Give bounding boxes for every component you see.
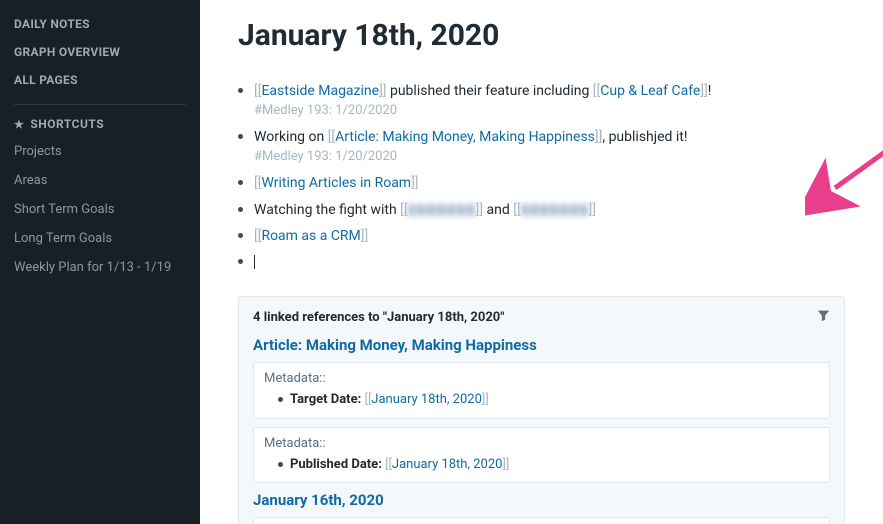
page-link[interactable]: January 18th, 2020 [371, 392, 482, 407]
ref-page-title[interactable]: January 16th, 2020 [253, 491, 830, 509]
bracket-close: ]] [502, 457, 509, 472]
shortcuts-title: SHORTCUTS [30, 117, 104, 131]
page-link[interactable]: Roam as a CRM [261, 228, 360, 244]
block-item-empty[interactable] [238, 252, 845, 272]
ref-meta: Metadata:: [264, 436, 819, 451]
filter-icon[interactable] [817, 309, 830, 326]
page-link[interactable]: Cup & Leaf Cafe [600, 83, 700, 99]
ref-page-title[interactable]: Article: Making Money, Making Happiness [253, 336, 830, 354]
block-list: [[ Eastside Magazine]] published their fe… [238, 81, 845, 272]
ref-label: Target Date: [290, 392, 365, 407]
linked-references: 4 linked references to "January 18th, 20… [238, 296, 845, 524]
page-link[interactable]: Article: Making Money, Making Happiness [335, 129, 595, 145]
linked-references-header: 4 linked references to "January 18th, 20… [253, 309, 830, 326]
ref-meta: Metadata:: [264, 371, 819, 386]
nav-graph-overview[interactable]: GRAPH OVERVIEW [0, 38, 200, 66]
bracket-close: ]] [482, 392, 489, 407]
block-tag[interactable]: #Medley 193: 1/20/2020 [254, 102, 845, 121]
page-link[interactable]: January 18th, 2020 [392, 457, 503, 472]
block-tag[interactable]: #Medley 193: 1/20/2020 [254, 148, 845, 167]
block-text: Working on [254, 129, 328, 145]
shortcut-weekly-plan[interactable]: Weekly Plan for 1/13 - 1/19 [0, 253, 200, 282]
bracket-open: [[ [513, 202, 520, 218]
bracket-close: ]] [700, 83, 707, 99]
block-item[interactable]: [[Eastside Magazine]] published their fe… [238, 81, 845, 121]
block-item[interactable]: [[Roam as a CRM]] [238, 226, 845, 246]
block-item[interactable]: Watching the fight with [[]] and [[]] [238, 200, 845, 220]
block-text: ! [708, 83, 712, 99]
ref-label: Published Date: [290, 457, 385, 472]
nav-daily-notes[interactable]: DAILY NOTES [0, 10, 200, 38]
bracket-open: [[ [385, 457, 392, 472]
bracket-open: [[ [400, 202, 407, 218]
nav-all-pages[interactable]: ALL PAGES [0, 66, 200, 94]
sidebar-divider [14, 104, 186, 105]
shortcuts-heading: ★ SHORTCUTS [0, 111, 200, 137]
page-title[interactable]: January 18th, 2020 [238, 18, 845, 53]
ref-block[interactable]: Metadata:: Target Date: [[January 18th, … [253, 362, 830, 419]
sidebar: DAILY NOTES GRAPH OVERVIEW ALL PAGES ★ S… [0, 0, 200, 524]
linked-references-title: 4 linked references to "January 18th, 20… [253, 310, 504, 325]
bracket-close: ]] [476, 202, 483, 218]
redacted-text [408, 204, 476, 216]
shortcut-short-term-goals[interactable]: Short Term Goals [0, 195, 200, 224]
bracket-close: ]] [411, 175, 418, 191]
main-content: January 18th, 2020 [[ Eastside Magazine]]… [200, 0, 883, 524]
ref-block[interactable]: A few people from [[Eastside Magazine]] … [253, 517, 830, 524]
page-link[interactable]: Writing Articles in Roam [261, 175, 411, 191]
block-item[interactable]: [[Writing Articles in Roam]] [238, 173, 845, 193]
shortcut-projects[interactable]: Projects [0, 137, 200, 166]
redacted-text [521, 204, 589, 216]
shortcut-long-term-goals[interactable]: Long Term Goals [0, 224, 200, 253]
ref-block[interactable]: Metadata:: Published Date: [[January 18t… [253, 427, 830, 484]
bracket-close: ]] [379, 83, 386, 99]
page-link[interactable]: Eastside Magazine [261, 83, 379, 99]
bracket-close: ]] [589, 202, 596, 218]
block-text: Watching the fight with [254, 202, 400, 218]
shortcut-areas[interactable]: Areas [0, 166, 200, 195]
bracket-close: ]] [361, 228, 368, 244]
block-text: and [483, 202, 513, 218]
ref-line[interactable]: Published Date: [[January 18th, 2020]] [278, 455, 819, 475]
star-icon: ★ [14, 118, 24, 131]
block-text: , publishjed it! [602, 129, 687, 145]
ref-line[interactable]: Target Date: [[January 18th, 2020]] [278, 390, 819, 410]
block-item[interactable]: Working on [[Article: Making Money, Maki… [238, 127, 845, 167]
block-text: published their feature including [387, 83, 593, 99]
